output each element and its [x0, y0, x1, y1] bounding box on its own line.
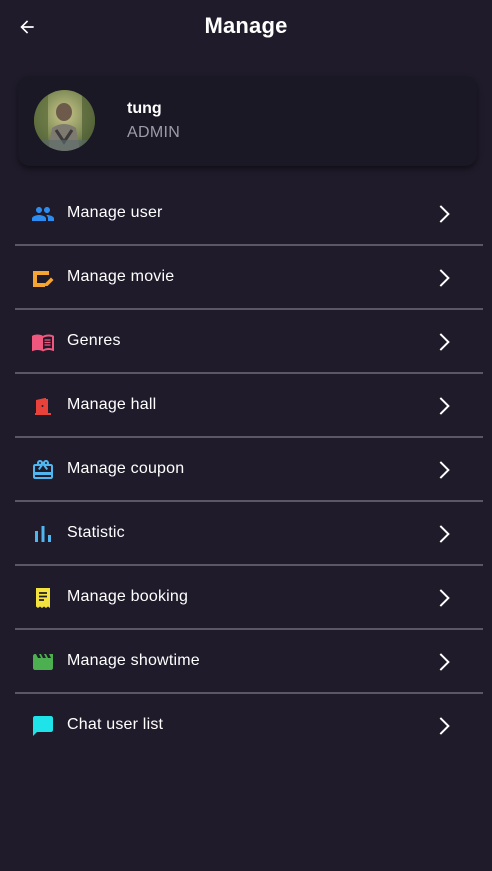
menu-item-chat-user-list[interactable]: Chat user list: [15, 694, 483, 758]
menu-label: Chat user list: [67, 716, 164, 733]
chevron-right-icon: [431, 202, 455, 226]
menu-label: Manage user: [67, 204, 163, 221]
page-title: Manage: [204, 13, 288, 38]
menu-item-manage-showtime[interactable]: Manage showtime: [15, 630, 483, 694]
avatar[interactable]: [34, 90, 95, 151]
menu-item-statistic[interactable]: Statistic: [15, 502, 483, 566]
app-bar: Manage: [0, 0, 492, 54]
manage-menu: Manage user Manage movie Genres Manage h…: [15, 182, 483, 758]
menu-label: Statistic: [67, 524, 125, 541]
menu-item-genres[interactable]: Genres: [15, 310, 483, 374]
menu-item-manage-coupon[interactable]: Manage coupon: [15, 438, 483, 502]
chevron-right-icon: [431, 394, 455, 418]
receipt-icon: [31, 586, 55, 610]
chevron-right-icon: [431, 522, 455, 546]
profile-role: ADMIN: [127, 124, 181, 141]
chevron-right-icon: [431, 586, 455, 610]
menu-label: Manage coupon: [67, 460, 185, 477]
profile-card[interactable]: tung ADMIN: [18, 76, 477, 166]
bar-chart-icon: [31, 522, 55, 546]
clapperboard-icon: [31, 650, 55, 674]
chevron-right-icon: [431, 650, 455, 674]
menu-item-manage-hall[interactable]: Manage hall: [15, 374, 483, 438]
menu-item-manage-user[interactable]: Manage user: [15, 182, 483, 246]
door-icon: [31, 394, 55, 418]
menu-label: Manage showtime: [67, 652, 200, 669]
chevron-right-icon: [431, 458, 455, 482]
chevron-right-icon: [431, 330, 455, 354]
menu-label: Manage hall: [67, 396, 157, 413]
profile-name: tung: [127, 100, 162, 117]
movie-edit-icon: [31, 266, 55, 290]
book-icon: [31, 330, 55, 354]
menu-item-manage-movie[interactable]: Manage movie: [15, 246, 483, 310]
people-icon: [31, 202, 55, 226]
menu-item-manage-booking[interactable]: Manage booking: [15, 566, 483, 630]
chevron-right-icon: [431, 266, 455, 290]
menu-label: Genres: [67, 332, 121, 349]
menu-label: Manage booking: [67, 588, 189, 605]
menu-label: Manage movie: [67, 268, 175, 285]
chevron-right-icon: [431, 714, 455, 738]
chat-icon: [31, 714, 55, 738]
gift-card-icon: [31, 458, 55, 482]
